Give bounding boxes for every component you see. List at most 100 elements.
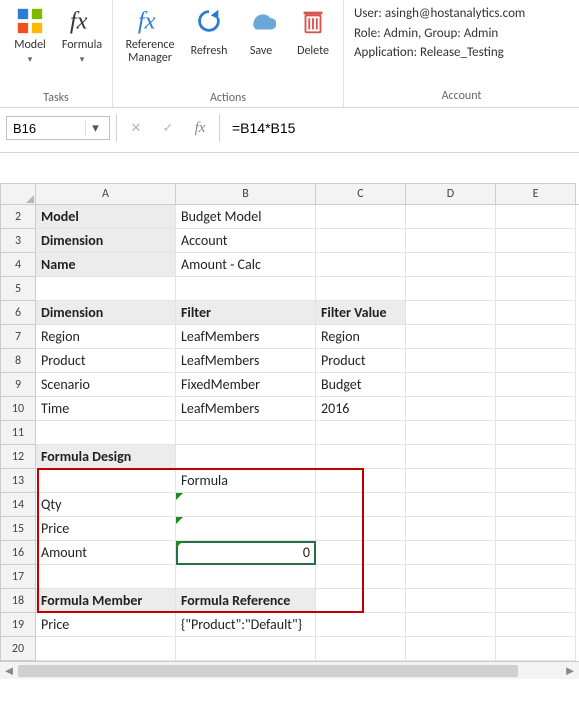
cell[interactable]: [406, 541, 496, 565]
cell[interactable]: [316, 565, 406, 589]
cell[interactable]: [316, 253, 406, 277]
cell[interactable]: Formula Member: [36, 589, 176, 613]
cell[interactable]: [496, 517, 576, 541]
cell[interactable]: [316, 445, 406, 469]
row-header[interactable]: 13: [0, 469, 36, 493]
col-header-b[interactable]: B: [176, 183, 316, 204]
cell[interactable]: [406, 421, 496, 445]
cell[interactable]: Amount - Calc: [176, 253, 316, 277]
refresh-button[interactable]: Refresh: [183, 4, 235, 68]
cell[interactable]: [496, 277, 576, 301]
save-button[interactable]: Save: [235, 4, 287, 68]
cell[interactable]: [406, 397, 496, 421]
row-header[interactable]: 8: [0, 349, 36, 373]
cell[interactable]: Qty: [36, 493, 176, 517]
col-header-e[interactable]: E: [496, 183, 576, 204]
cell[interactable]: [406, 517, 496, 541]
cell[interactable]: Budget: [316, 373, 406, 397]
cell[interactable]: Budget Model: [176, 205, 316, 229]
cell[interactable]: Price: [36, 613, 176, 637]
row-header[interactable]: 15: [0, 517, 36, 541]
cell[interactable]: FixedMember: [176, 373, 316, 397]
scroll-left-icon[interactable]: ◄: [0, 663, 18, 679]
scroll-right-icon[interactable]: ►: [561, 663, 579, 679]
col-header-c[interactable]: C: [316, 183, 406, 204]
cell[interactable]: [36, 421, 176, 445]
cell[interactable]: [496, 541, 576, 565]
row-header[interactable]: 3: [0, 229, 36, 253]
cell[interactable]: [36, 637, 176, 661]
cell[interactable]: [406, 469, 496, 493]
cell[interactable]: [316, 277, 406, 301]
cell[interactable]: [36, 277, 176, 301]
cell[interactable]: [496, 325, 576, 349]
spreadsheet-grid[interactable]: A B C D E 2ModelBudget Model3DimensionAc…: [0, 153, 579, 661]
cell[interactable]: [316, 517, 406, 541]
name-box-dropdown[interactable]: ▾: [85, 121, 105, 136]
cell[interactable]: Formula: [176, 469, 316, 493]
row-header[interactable]: 17: [0, 565, 36, 589]
cell[interactable]: Region: [36, 325, 176, 349]
cell[interactable]: [176, 277, 316, 301]
cell[interactable]: Time: [36, 397, 176, 421]
accept-formula-button[interactable]: ✓: [155, 116, 181, 140]
cell[interactable]: [316, 541, 406, 565]
cell[interactable]: [316, 469, 406, 493]
col-header-a[interactable]: A: [36, 183, 176, 204]
cancel-formula-button[interactable]: ✕: [123, 116, 149, 140]
cell[interactable]: [496, 301, 576, 325]
col-header-d[interactable]: D: [406, 183, 496, 204]
horizontal-scrollbar[interactable]: ◄ ►: [0, 661, 579, 679]
reference-manager-button[interactable]: fx ReferenceManager: [117, 4, 183, 68]
row-header[interactable]: 12: [0, 445, 36, 469]
cell[interactable]: 2016: [316, 397, 406, 421]
cell[interactable]: [406, 205, 496, 229]
cell[interactable]: [316, 229, 406, 253]
cell[interactable]: [406, 589, 496, 613]
cell[interactable]: Formula Reference: [176, 589, 316, 613]
cell[interactable]: [406, 349, 496, 373]
cell[interactable]: [496, 637, 576, 661]
cell[interactable]: LeafMembers: [176, 325, 316, 349]
cell[interactable]: [496, 613, 576, 637]
cell[interactable]: Filter: [176, 301, 316, 325]
cell[interactable]: [176, 637, 316, 661]
cell[interactable]: 0: [176, 541, 316, 565]
cell[interactable]: [406, 229, 496, 253]
cell[interactable]: Formula Design: [36, 445, 176, 469]
cell[interactable]: [316, 637, 406, 661]
cell[interactable]: Account: [176, 229, 316, 253]
cell[interactable]: [406, 613, 496, 637]
name-box[interactable]: ▾: [6, 116, 110, 140]
row-header[interactable]: 5: [0, 277, 36, 301]
row-header[interactable]: 14: [0, 493, 36, 517]
cell[interactable]: [406, 301, 496, 325]
cell[interactable]: [36, 565, 176, 589]
cell[interactable]: Product: [316, 349, 406, 373]
cell[interactable]: [496, 253, 576, 277]
cell[interactable]: [406, 565, 496, 589]
cell[interactable]: [176, 565, 316, 589]
row-header[interactable]: 4: [0, 253, 36, 277]
row-header[interactable]: 10: [0, 397, 36, 421]
row-header[interactable]: 6: [0, 301, 36, 325]
cell[interactable]: Dimension: [36, 229, 176, 253]
cell[interactable]: {"Product":"Default"}: [176, 613, 316, 637]
cell[interactable]: [316, 493, 406, 517]
scroll-thumb[interactable]: [18, 665, 518, 677]
cell[interactable]: LeafMembers: [176, 349, 316, 373]
cell[interactable]: Model: [36, 205, 176, 229]
cell[interactable]: Amount: [36, 541, 176, 565]
cell[interactable]: [176, 445, 316, 469]
cell[interactable]: [496, 421, 576, 445]
formula-input[interactable]: [226, 118, 573, 138]
cell[interactable]: Region: [316, 325, 406, 349]
cell[interactable]: [496, 373, 576, 397]
cell[interactable]: [406, 277, 496, 301]
row-header[interactable]: 16: [0, 541, 36, 565]
cell[interactable]: [316, 205, 406, 229]
row-header[interactable]: 7: [0, 325, 36, 349]
cell[interactable]: [496, 589, 576, 613]
cell[interactable]: Dimension: [36, 301, 176, 325]
cell[interactable]: [496, 397, 576, 421]
